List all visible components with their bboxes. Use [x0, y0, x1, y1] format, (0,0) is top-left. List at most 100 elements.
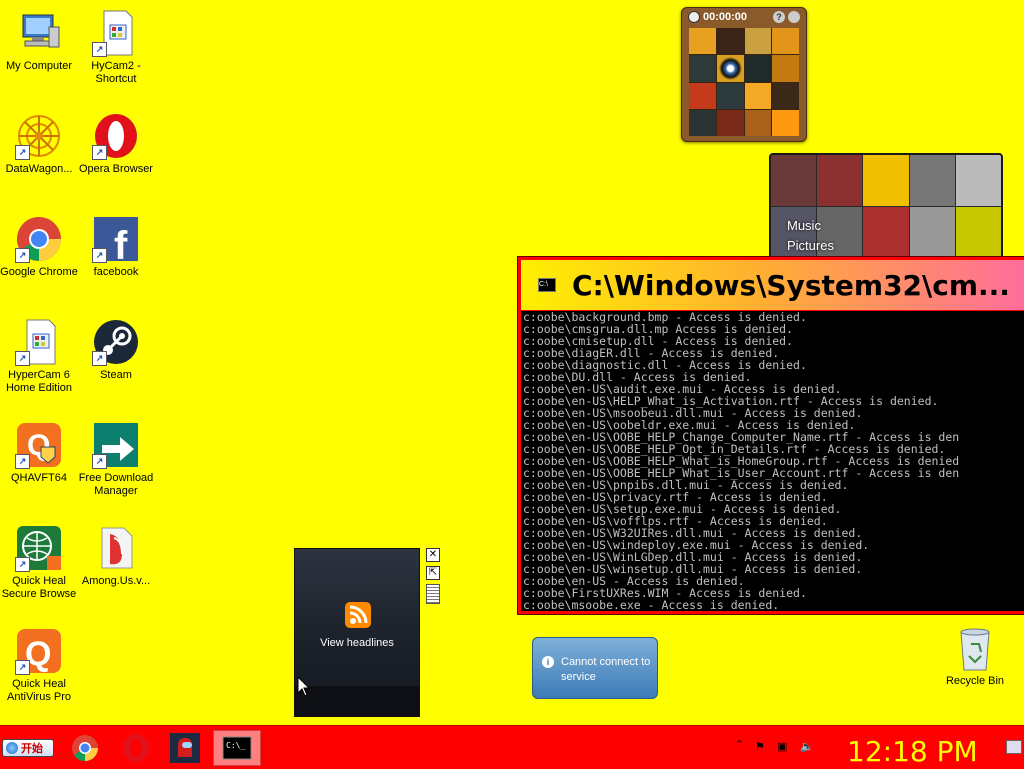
desktop-icon-label: DataWagon... — [5, 163, 73, 175]
desktop-icon-label: HyCam2 - Shortcut — [91, 60, 141, 85]
puzzle-tile[interactable] — [689, 109, 716, 136]
shortcut-arrow-icon: ↗ — [15, 351, 30, 366]
show-hidden-icons-button[interactable]: ⌃ — [735, 738, 744, 751]
desktop-icon-qhavft64[interactable]: Q ↗ QHAVFT64 — [0, 421, 78, 485]
desktop-icon-among-us[interactable]: Among.Us.v... — [77, 524, 155, 588]
taskbar-chrome-button[interactable] — [69, 732, 101, 764]
desktop-icon-label: Among.Us.v... — [81, 575, 151, 587]
headlines-gadget[interactable]: View headlines — [294, 548, 420, 717]
puzzle-tile[interactable] — [772, 28, 799, 55]
desktop-icon-datawagon[interactable]: ↗ DataWagon... — [0, 112, 78, 176]
volume-icon[interactable]: 🔈 — [800, 740, 814, 753]
windows-orb-icon — [6, 742, 18, 754]
taskbar-cmd-button[interactable]: C:\_ — [213, 730, 261, 766]
network-icon[interactable]: ▣ — [777, 740, 787, 753]
media-center-gadget[interactable]: Music Pictures — [769, 153, 1003, 259]
desktop-icon-label: facebook — [93, 266, 139, 278]
command-prompt-window[interactable]: C:\ C:\Windows\System32\cm... c:oobe\bac… — [517, 256, 1024, 615]
puzzle-tile[interactable] — [744, 82, 772, 109]
show-desktop-button[interactable] — [1006, 740, 1022, 754]
picture-puzzle-gadget[interactable]: 00:00:00 ? — [681, 7, 807, 142]
qhavft-icon: Q ↗ — [15, 421, 63, 469]
hypercam-icon: ↗ — [15, 318, 63, 366]
gadget-drag-handle[interactable] — [426, 584, 440, 604]
desktop-icon-steam[interactable]: ↗ Steam — [77, 318, 155, 382]
puzzle-tile[interactable] — [716, 82, 744, 109]
puzzle-tile[interactable] — [716, 109, 744, 136]
desktop-icon-label: Free Download Manager — [78, 472, 154, 497]
desktop-icon-secure-browse[interactable]: ↗ Quick Heal Secure Browse — [0, 524, 78, 601]
action-center-flag-icon[interactable]: ⚑ — [755, 740, 765, 753]
help-button[interactable]: ? — [773, 10, 785, 23]
desktop-icon-label: Quick Heal Secure Browse — [1, 575, 77, 600]
desktop-icon-label: Steam — [100, 369, 132, 381]
shortcut-arrow-icon: ↗ — [15, 660, 30, 675]
shortcut-arrow-icon: ↗ — [92, 248, 107, 263]
puzzle-timer: 00:00:00 — [703, 10, 748, 23]
shortcut-arrow-icon: ↗ — [92, 42, 107, 57]
recycle-bin-icon — [960, 628, 990, 671]
desktop-icon-free-download-manager[interactable]: ↗ Free Download Manager — [77, 421, 155, 498]
gadget-close-icon[interactable]: ✕ — [426, 548, 440, 562]
puzzle-title-bar: 00:00:00 ? — [682, 8, 806, 25]
gadget-size-icon[interactable]: ⇱ — [426, 566, 440, 580]
puzzle-tile[interactable] — [716, 28, 744, 55]
taskbar-among-us-button[interactable] — [169, 732, 201, 764]
cmd-icon: C:\_ — [222, 736, 252, 760]
puzzle-tiles[interactable] — [689, 28, 799, 136]
mouse-cursor-icon — [297, 676, 311, 697]
start-button[interactable]: 开始 — [2, 739, 54, 757]
puzzle-tile[interactable] — [772, 55, 799, 82]
taskbar-clock[interactable]: 12:18 PM — [847, 735, 978, 768]
puzzle-tile[interactable] — [689, 55, 716, 82]
chrome-icon — [72, 735, 98, 762]
puzzle-tile[interactable] — [772, 109, 799, 136]
cmd-output-line: c:oobe\msoobe.exe - Access is denied. — [523, 598, 780, 611]
opera-icon: ↗ — [92, 112, 140, 160]
desktop-icon-label: Google Chrome — [0, 266, 78, 278]
zip-folder-icon — [92, 524, 140, 572]
desktop-icon-label: Quick Heal AntiVirus Pro — [7, 678, 71, 703]
desktop-icon-facebook[interactable]: f ↗ facebook — [77, 215, 155, 279]
fdm-icon: ↗ — [92, 421, 140, 469]
puzzle-tile[interactable] — [744, 55, 772, 82]
quickheal-icon: Q ↗ — [15, 627, 63, 675]
rss-feed-icon — [345, 602, 371, 628]
steam-icon: ↗ — [92, 318, 140, 366]
taskbar: 开始 C:\_ ⌃ ⚑ ▣ 🔈 12:18 PM — [0, 725, 1024, 769]
desktop-icon-label: HyperCam 6 Home Edition — [5, 369, 73, 394]
media-pictures-label[interactable]: Pictures — [787, 238, 834, 253]
media-music-label[interactable]: Music — [787, 218, 821, 233]
connection-notice[interactable]: i Cannot connect to service — [532, 637, 658, 699]
puzzle-tile[interactable] — [772, 82, 799, 109]
desktop-icon-my-computer[interactable]: My Computer — [0, 9, 78, 73]
puzzle-tile[interactable] — [689, 82, 716, 109]
desktop-icon-quickheal-antivirus[interactable]: Q ↗ Quick Heal AntiVirus Pro — [0, 627, 78, 704]
restart-icon[interactable] — [788, 10, 800, 23]
cmd-title: C:\Windows\System32\cm... — [572, 268, 1010, 302]
desktop-icon-chrome[interactable]: ↗ Google Chrome — [0, 215, 78, 279]
puzzle-tile[interactable] — [716, 55, 744, 82]
datawagon-icon: ↗ — [15, 112, 63, 160]
desktop-icon-hypercam[interactable]: ↗ HyperCam 6 Home Edition — [0, 318, 78, 395]
clock-icon — [688, 10, 700, 23]
puzzle-tile[interactable] — [689, 28, 716, 55]
shortcut-arrow-icon: ↗ — [15, 557, 30, 572]
svg-text:C:\_: C:\_ — [226, 741, 245, 750]
puzzle-tile[interactable] — [744, 109, 772, 136]
shortcut-arrow-icon: ↗ — [15, 454, 30, 469]
my-computer-icon — [15, 9, 63, 57]
start-label: 开始 — [21, 743, 43, 755]
cmd-title-bar[interactable]: C:\ C:\Windows\System32\cm... — [521, 260, 1024, 310]
shortcut-arrow-icon: ↗ — [15, 145, 30, 160]
desktop-icon-recycle-bin[interactable]: Recycle Bin — [944, 626, 1006, 687]
view-headlines-label[interactable]: View headlines — [295, 637, 419, 649]
desktop-icon-hycam[interactable]: ↗ HyCam2 - Shortcut — [77, 9, 155, 86]
shortcut-arrow-icon: ↗ — [92, 145, 107, 160]
desktop-icon-opera[interactable]: ↗ Opera Browser — [77, 112, 155, 176]
cmd-console-output[interactable]: c:oobe\background.bmp - Access is denied… — [521, 311, 1024, 611]
taskbar-opera-button[interactable] — [120, 732, 152, 764]
puzzle-tile[interactable] — [744, 28, 772, 55]
among-us-icon — [170, 733, 200, 763]
info-icon: i — [542, 656, 554, 668]
